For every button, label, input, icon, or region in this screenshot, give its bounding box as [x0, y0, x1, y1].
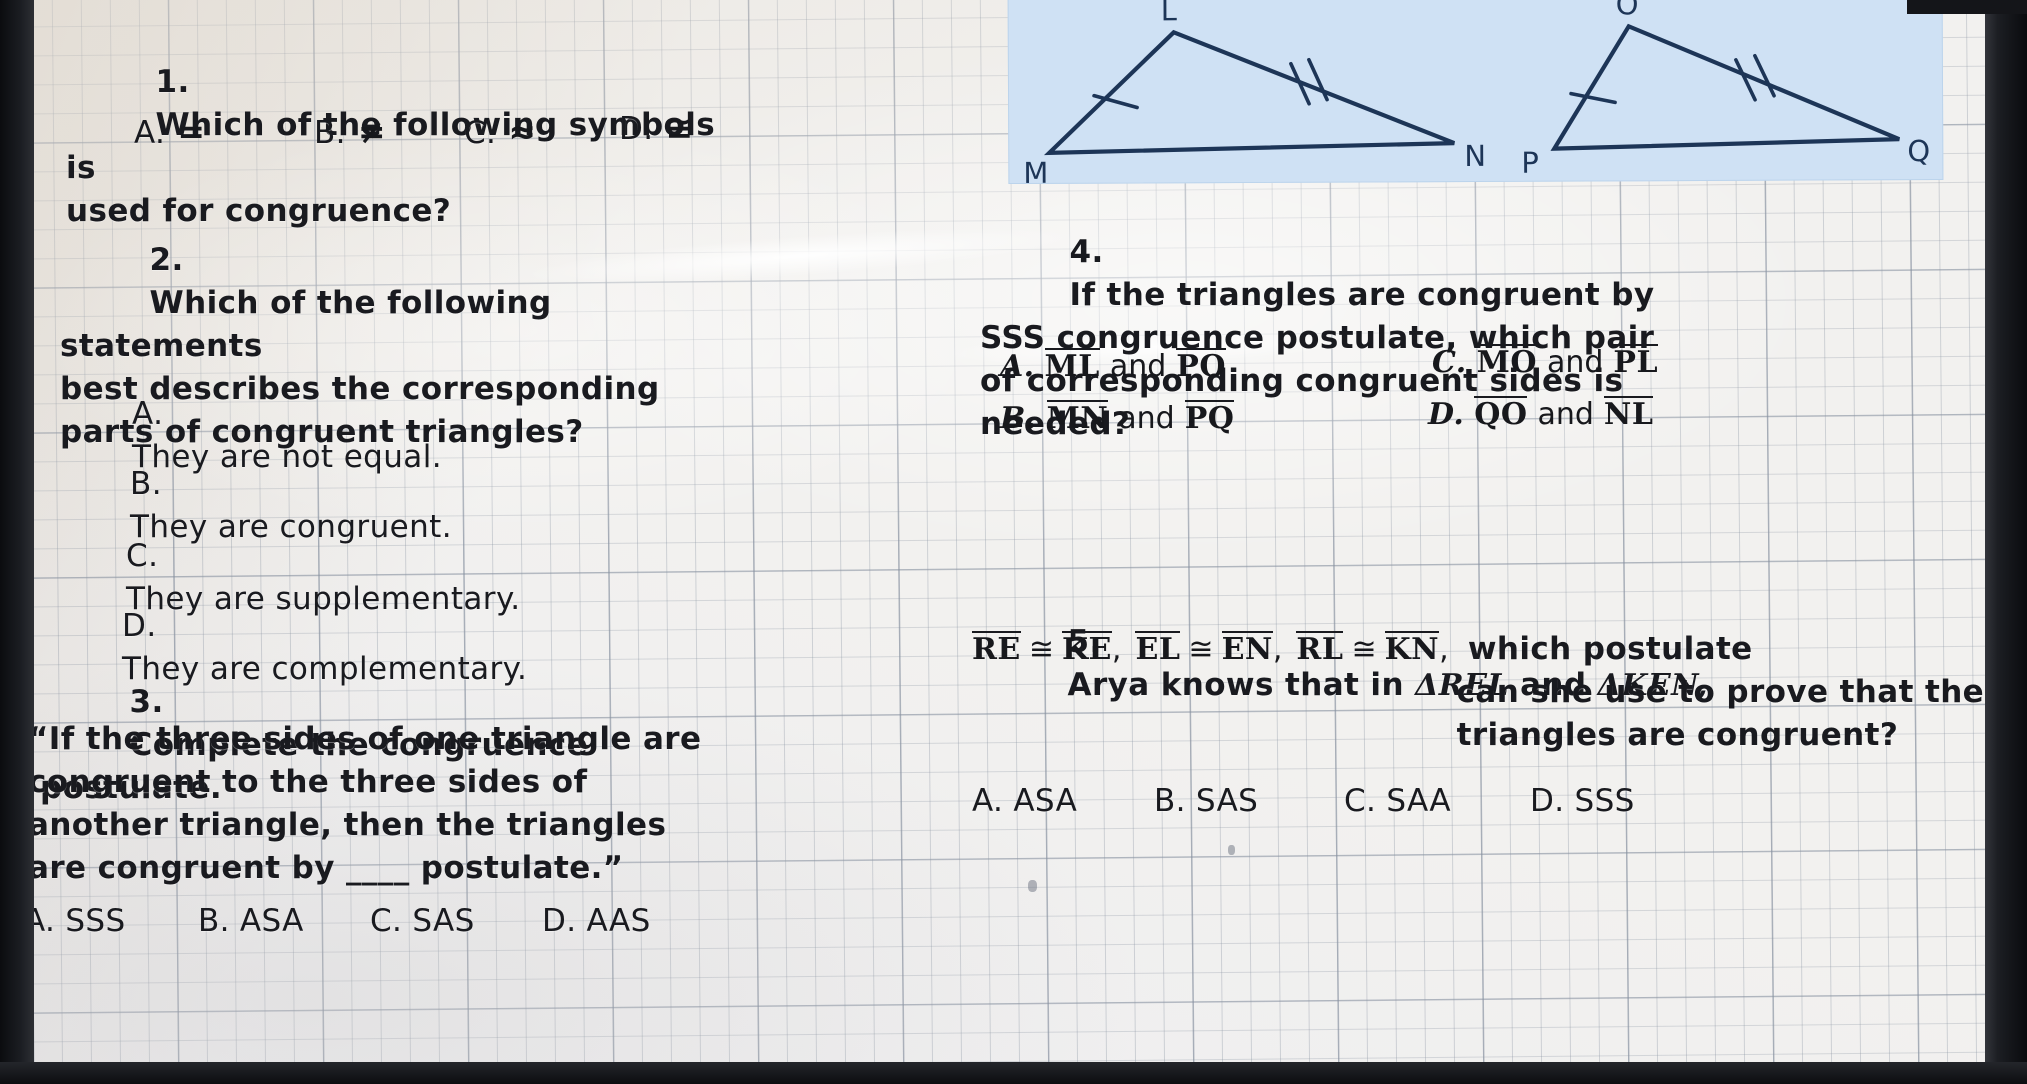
q4-option-d-segment-2: NL	[1603, 396, 1654, 432]
q4-option-a-label: A.	[1000, 349, 1035, 384]
given-3-relation: ≅	[1351, 632, 1377, 667]
q4-option-a-conjunction: and	[1109, 349, 1167, 384]
q4-option-c-label: C.	[1432, 345, 1467, 380]
given-1-left: RE	[972, 631, 1021, 667]
question-5-text-tail: which postulate can she use to prove tha…	[1456, 631, 1985, 753]
q5-option-d[interactable]: D. SSS	[1530, 780, 1635, 823]
q1-option-b-value: ≠	[357, 112, 386, 151]
q4-option-c-segment-1: MO	[1476, 344, 1537, 380]
q5-option-a-label: A.	[972, 783, 1004, 819]
q3-option-c-value: SAS	[412, 903, 475, 939]
q3-option-d-label: D.	[542, 903, 577, 939]
question-3-quote: “If the three sides of one triangle are …	[28, 721, 702, 886]
q5-option-b-value: SAS	[1195, 783, 1259, 819]
q5-option-c[interactable]: C. SAA	[1344, 780, 1451, 823]
q5-option-a[interactable]: A. ASA	[972, 780, 1077, 823]
q5-option-c-value: SAA	[1386, 783, 1452, 819]
q4-option-b-conjunction: and	[1118, 401, 1175, 436]
q1-option-a[interactable]: A. =	[134, 112, 205, 155]
question-3-number: 3.	[129, 684, 164, 720]
given-3-separator: ,	[1439, 632, 1449, 667]
q5-option-a-value: ASA	[1013, 783, 1078, 819]
q3-option-c[interactable]: C. SAS	[370, 900, 475, 943]
q1-option-b[interactable]: B. ≠	[314, 112, 386, 155]
q4-option-b-segment-2: PQ	[1184, 400, 1235, 436]
q4-option-b-label: B.	[1000, 401, 1037, 436]
q4-option-d-segment-1: QO	[1474, 396, 1528, 432]
given-2-relation: ≅	[1188, 632, 1214, 667]
q3-option-d-value: AAS	[586, 903, 651, 939]
q4-option-c-segment-2: PL	[1613, 344, 1659, 380]
q4-option-a-segment-1: ML	[1044, 348, 1100, 384]
q4-option-d-label: D.	[1428, 397, 1465, 432]
q1-option-c[interactable]: C. ≈	[464, 112, 536, 155]
question-4-number: 4.	[1069, 234, 1104, 270]
photo-edge-top-right	[1907, 0, 2027, 14]
q1-option-b-label: B.	[314, 115, 346, 151]
question-1-number: 1.	[155, 64, 190, 100]
q3-option-a-value: SSS	[65, 903, 126, 939]
q1-option-d-label: D.	[619, 111, 654, 147]
worksheet-photo: L M N O P Q 1. Which of the following sy…	[0, 0, 2027, 1084]
q5-option-d-value: SSS	[1574, 783, 1635, 819]
given-1-separator: ,	[1111, 632, 1122, 667]
photo-edge-left	[0, 0, 34, 1084]
worksheet-content: 1. Which of the following symbols is use…	[0, 0, 2027, 1084]
q1-option-c-label: C.	[464, 115, 497, 151]
given-3-left: RL	[1296, 631, 1344, 667]
question-4: 4. If the triangles are congruent by SSS…	[980, 188, 1930, 489]
q3-option-a[interactable]: A. SSS	[24, 900, 126, 943]
question-5-givens: RE ≅ KE , EL ≅ EN , RL ≅ KN , which post…	[972, 628, 1984, 757]
q4-option-d-conjunction: and	[1537, 397, 1594, 432]
q5-option-b-label: B.	[1154, 783, 1186, 819]
given-1-relation: ≅	[1028, 632, 1054, 667]
q5-option-b[interactable]: B. SAS	[1154, 780, 1258, 823]
q1-option-d-value: ≅	[665, 108, 694, 147]
q1-option-a-label: A.	[134, 115, 166, 151]
q4-option-d[interactable]: D. QO and NL	[1428, 396, 1654, 432]
q1-option-a-value: =	[177, 112, 205, 151]
q4-option-c[interactable]: C. MO and PL	[1432, 344, 1659, 380]
q4-option-a-segment-2: PO	[1176, 348, 1226, 384]
given-2-separator: ,	[1272, 632, 1283, 667]
given-3-right: KN	[1384, 631, 1440, 667]
photo-edge-right	[1985, 0, 2027, 1084]
paper-speck	[1028, 880, 1037, 892]
q4-option-b-segment-1: MN	[1046, 400, 1109, 436]
given-2-right: EN	[1221, 631, 1273, 667]
given-2-left: EL	[1135, 631, 1181, 667]
q3-option-b-value: ASA	[239, 903, 304, 939]
q4-option-a[interactable]: A. ML and PO	[1000, 348, 1226, 384]
q3-option-d[interactable]: D. AAS	[542, 900, 651, 943]
q4-option-b[interactable]: B. MN and PQ	[1000, 400, 1235, 436]
photo-edge-bottom	[0, 1062, 2027, 1084]
q3-option-c-label: C.	[370, 903, 403, 939]
q1-option-d[interactable]: D. ≅	[619, 108, 693, 151]
question-2-number: 2.	[149, 242, 184, 278]
q4-option-c-conjunction: and	[1546, 345, 1604, 380]
q5-option-c-label: C.	[1344, 783, 1377, 819]
q5-option-d-label: D.	[1530, 783, 1565, 819]
q3-option-b[interactable]: B. ASA	[198, 900, 304, 943]
q3-option-b-label: B.	[198, 903, 230, 939]
given-1-right: KE	[1061, 631, 1112, 667]
paper-speck	[1228, 845, 1235, 855]
q1-option-c-value: ≈	[508, 112, 536, 151]
